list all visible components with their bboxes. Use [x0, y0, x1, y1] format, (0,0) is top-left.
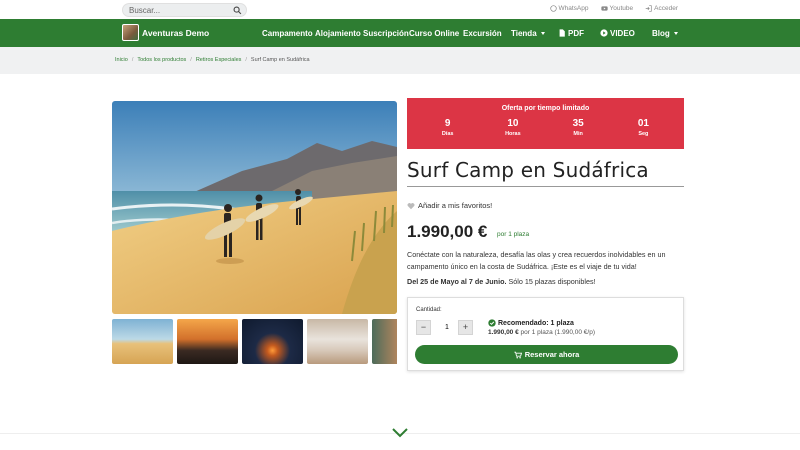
product-title: Surf Camp en Sudáfrica: [407, 158, 649, 182]
nav-item-campamento[interactable]: Campamento: [262, 29, 313, 38]
thumbnail-2[interactable]: [177, 319, 238, 364]
countdown-value: 9: [444, 118, 451, 129]
check-circle-icon: [488, 319, 496, 327]
top-utility-bar: WhatsApp Youtube Acceder: [0, 0, 800, 19]
product-main-image[interactable]: [112, 101, 397, 314]
cart-icon: [514, 351, 522, 358]
whatsapp-label: WhatsApp: [558, 5, 589, 12]
reserve-now-button[interactable]: Reservar ahora: [415, 345, 678, 364]
countdown-label: Min: [573, 131, 583, 137]
thumbnail-3[interactable]: [242, 319, 303, 364]
product-dates: Del 25 de Mayo al 7 de Junio. Sólo 15 pl…: [407, 277, 687, 286]
breadcrumb-productos[interactable]: Todos los productos: [137, 57, 186, 63]
blog-label: Blog: [652, 28, 670, 38]
chevron-down-icon[interactable]: [391, 427, 409, 439]
chevron-down-icon: [540, 31, 545, 35]
brand-name: Aventuras Demo: [142, 27, 210, 38]
countdown-value: 10: [507, 118, 519, 129]
breadcrumb: Inicio / Todos los productos / Retiros E…: [115, 57, 310, 63]
youtube-link[interactable]: Youtube: [600, 5, 634, 12]
countdown-days: 9 Días: [423, 118, 473, 137]
thumbnail-4[interactable]: [307, 319, 368, 364]
reco-price-strong: 1.990,00 €: [488, 329, 519, 336]
breadcrumb-band: Inicio / Todos los productos / Retiros E…: [0, 47, 800, 74]
limited-offer-banner: Oferta por tiempo limitado 9 Días 10 Horas…: [407, 98, 684, 149]
play-icon: [600, 29, 608, 37]
product-price: 1.990,00 €: [407, 222, 488, 241]
breadcrumb-inicio[interactable]: Inicio: [115, 57, 128, 63]
countdown-value: 35: [572, 118, 584, 129]
reserve-label: Reservar ahora: [524, 350, 580, 359]
nav-item-tienda[interactable]: Tienda: [511, 29, 545, 38]
offer-title: Oferta por tiempo limitado: [501, 105, 590, 112]
nav-item-curso-online[interactable]: Curso Online: [409, 29, 459, 38]
breadcrumb-sep: /: [131, 57, 134, 63]
thumbnail-strip: [112, 319, 397, 364]
nav-item-blog[interactable]: Blog: [652, 29, 678, 38]
brand[interactable]: Aventuras Demo: [122, 24, 209, 41]
quantity-decrease-button[interactable]: −: [416, 320, 431, 335]
pdf-label: PDF: [568, 28, 584, 38]
quantity-increase-button[interactable]: +: [458, 320, 473, 335]
search-input[interactable]: [129, 5, 229, 16]
nav-item-alojamiento[interactable]: Alojamiento: [315, 29, 361, 38]
thumbnail-1[interactable]: [112, 319, 173, 364]
countdown-minutes: 35 Min: [553, 118, 603, 137]
youtube-label: Youtube: [609, 5, 634, 12]
search-icon[interactable]: [233, 6, 242, 15]
dates-rest: Sólo 15 plazas disponibles!: [506, 277, 596, 286]
price-unit: por 1 plaza: [497, 231, 530, 238]
top-links: WhatsApp Youtube Acceder: [549, 5, 678, 12]
booking-box: Cantidad: − + Recomendado: 1 plaza 1.990…: [407, 297, 684, 371]
recommended-text: Recomendado: 1 plaza: [498, 319, 574, 327]
dates-strong: Del 25 de Mayo al 7 de Junio.: [407, 277, 507, 286]
quantity-input[interactable]: [437, 320, 457, 335]
recommended-label: Recomendado: 1 plaza: [488, 319, 574, 327]
video-label: VIDEO: [610, 28, 635, 38]
breadcrumb-sep: /: [245, 57, 247, 63]
main-navbar: Aventuras Demo Campamento Alojamiento Su…: [0, 19, 800, 47]
favorite-label: Añadir a mis favoritos!: [418, 201, 493, 210]
countdown-label: Seg: [638, 131, 649, 137]
breadcrumb-retiros[interactable]: Retiros Especiales: [196, 57, 242, 63]
login-label: Acceder: [654, 5, 678, 12]
whatsapp-icon: [549, 5, 557, 12]
add-favorite-button[interactable]: Añadir a mis favoritos!: [407, 201, 492, 210]
tienda-label: Tienda: [511, 28, 537, 38]
breadcrumb-current: Surf Camp en Sudáfrica: [250, 57, 310, 63]
product-description: Conéctate con la naturaleza, desafía las…: [407, 250, 666, 271]
countdown-label: Horas: [505, 131, 521, 137]
countdown-label: Días: [441, 131, 454, 137]
nav-item-pdf[interactable]: PDF: [558, 29, 584, 38]
recommended-price: 1.990,00 € por 1 plaza (1.990,00 €/p): [488, 329, 595, 336]
countdown-hours: 10 Horas: [488, 118, 538, 137]
quantity-label: Cantidad:: [416, 307, 442, 313]
nav-item-video[interactable]: VIDEO: [600, 29, 635, 38]
nav-item-suscripcion[interactable]: Suscripción: [363, 29, 409, 38]
reco-price-rest: por 1 plaza (1.990,00 €/p): [518, 329, 595, 336]
countdown-seconds: 01 Seg: [618, 118, 668, 137]
nav-item-excursion[interactable]: Excursión: [463, 29, 502, 38]
whatsapp-link[interactable]: WhatsApp: [549, 5, 589, 12]
brand-avatar: [122, 24, 139, 41]
countdown: 9 Días 10 Horas 35 Min 01 Seg: [407, 118, 684, 137]
youtube-icon: [600, 6, 608, 11]
login-link[interactable]: Acceder: [645, 5, 678, 12]
breadcrumb-sep: /: [190, 57, 192, 63]
search-box[interactable]: [122, 3, 247, 17]
countdown-value: 01: [637, 118, 649, 129]
login-icon: [645, 5, 652, 12]
heart-icon: [407, 202, 415, 209]
thumbnail-5[interactable]: [372, 319, 397, 364]
title-divider: [407, 186, 684, 187]
chevron-down-icon: [673, 31, 678, 35]
pdf-icon: [559, 29, 565, 37]
